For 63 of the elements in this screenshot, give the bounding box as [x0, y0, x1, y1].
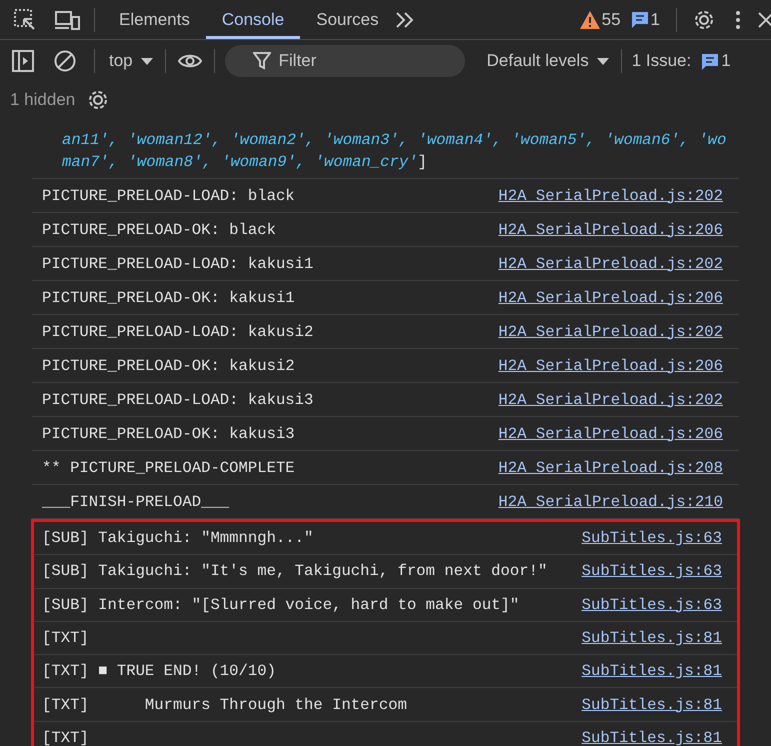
log-message: PICTURE_PRELOAD-LOAD: kakusi2 — [42, 322, 314, 340]
log-message: PICTURE_PRELOAD-OK: black — [42, 220, 276, 238]
filter-field[interactable]: Filter — [224, 45, 465, 77]
device-icon[interactable] — [55, 8, 80, 30]
log-message: [TXT] ■ TRUE END! (10/10) — [42, 662, 276, 680]
source-link[interactable]: SubTitles.js:63 — [582, 529, 722, 548]
source-link[interactable]: H2A_SerialPreload.js:202 — [498, 186, 723, 204]
warning-icon — [580, 10, 600, 30]
source-link[interactable]: H2A_SerialPreload.js:206 — [498, 356, 723, 374]
source-link[interactable]: SubTitles.js:81 — [582, 696, 722, 714]
source-link[interactable]: SubTitles.js:81 — [582, 728, 722, 746]
settings-icon[interactable] — [87, 89, 110, 111]
log-message: [TXT] — [42, 728, 89, 746]
source-link[interactable]: H2A_SerialPreload.js:206 — [498, 288, 723, 306]
log-message: PICTURE_PRELOAD-LOAD: kakusi3 — [42, 390, 314, 408]
source-link[interactable]: H2A_SerialPreload.js:206 — [498, 220, 723, 238]
close-icon[interactable] — [757, 10, 771, 28]
array-text: an11', 'woman12', 'woman2', 'woman3', 'woman4', 'woman5', 'woman6', 'wo — [62, 131, 726, 149]
log-message: PICTURE_PRELOAD-OK: kakusi3 — [42, 424, 295, 442]
source-link[interactable]: SubTitles.js:81 — [582, 662, 722, 680]
source-link[interactable]: H2A_SerialPreload.js:210 — [498, 492, 723, 510]
bracket-text: ] — [418, 153, 427, 171]
filter-icon — [252, 52, 271, 70]
log-message: [TXT] — [42, 629, 89, 648]
source-link[interactable]: SubTitles.js:63 — [582, 562, 722, 580]
source-link[interactable]: SubTitles.js:81 — [582, 629, 722, 648]
source-link[interactable]: H2A_SerialPreload.js:202 — [498, 390, 723, 408]
log-message: [TXT] Murmurs Through the Intercom — [42, 696, 407, 714]
chevrons-right-icon[interactable] — [394, 10, 415, 30]
clear-icon[interactable] — [54, 50, 76, 72]
message-count: 1 — [650, 10, 660, 30]
levels-dropdown[interactable]: Default levels — [482, 47, 613, 75]
panel-tab[interactable]: Elements — [103, 0, 206, 39]
source-link[interactable]: H2A_SerialPreload.js:202 — [498, 254, 723, 272]
message-icon — [701, 52, 720, 70]
log-message: [SUB] Takiguchi: "It's me, Takiguchi, from next door!" — [42, 562, 548, 580]
source-link[interactable]: SubTitles.js:63 — [582, 596, 722, 614]
caret-icon — [596, 58, 609, 64]
log-message: [SUB] Intercom: "[Slurred voice, hard to make out]" — [42, 596, 520, 614]
panel-tab[interactable]: Console — [206, 0, 300, 39]
log-message: PICTURE_PRELOAD-LOAD: black — [42, 186, 295, 204]
inspect-icon[interactable] — [13, 8, 37, 32]
log-message: ** PICTURE_PRELOAD-COMPLETE — [42, 458, 295, 476]
context-dropdown[interactable]: top — [105, 47, 157, 75]
log-message: [SUB] Takiguchi: "Mmmnngh..." — [42, 529, 314, 548]
issues-count: 1 — [721, 51, 731, 71]
array-text: man7', 'woman8', 'woman9', 'woman_cry' — [62, 153, 418, 171]
source-link[interactable]: H2A_SerialPreload.js:202 — [498, 322, 723, 340]
log-message: PICTURE_PRELOAD-OK: kakusi1 — [42, 288, 295, 306]
hidden-count: 1 hidden — [10, 90, 76, 110]
caret-icon — [140, 58, 153, 64]
log-message: ___FINISH-PRELOAD___ — [42, 492, 230, 510]
panel-tab[interactable]: Sources — [300, 0, 395, 39]
warning-count: 55 — [602, 10, 621, 30]
settings-icon[interactable] — [693, 8, 715, 30]
log-message: PICTURE_PRELOAD-OK: kakusi2 — [42, 356, 295, 374]
issues-label: 1 Issue: — [632, 51, 692, 71]
more-icon[interactable] — [735, 10, 741, 30]
log-message: PICTURE_PRELOAD-LOAD: kakusi1 — [42, 254, 314, 272]
message-icon — [630, 10, 649, 29]
source-link[interactable]: H2A_SerialPreload.js:208 — [498, 458, 723, 476]
sidebar-icon[interactable] — [12, 50, 34, 72]
source-link[interactable]: H2A_SerialPreload.js:206 — [498, 424, 723, 442]
